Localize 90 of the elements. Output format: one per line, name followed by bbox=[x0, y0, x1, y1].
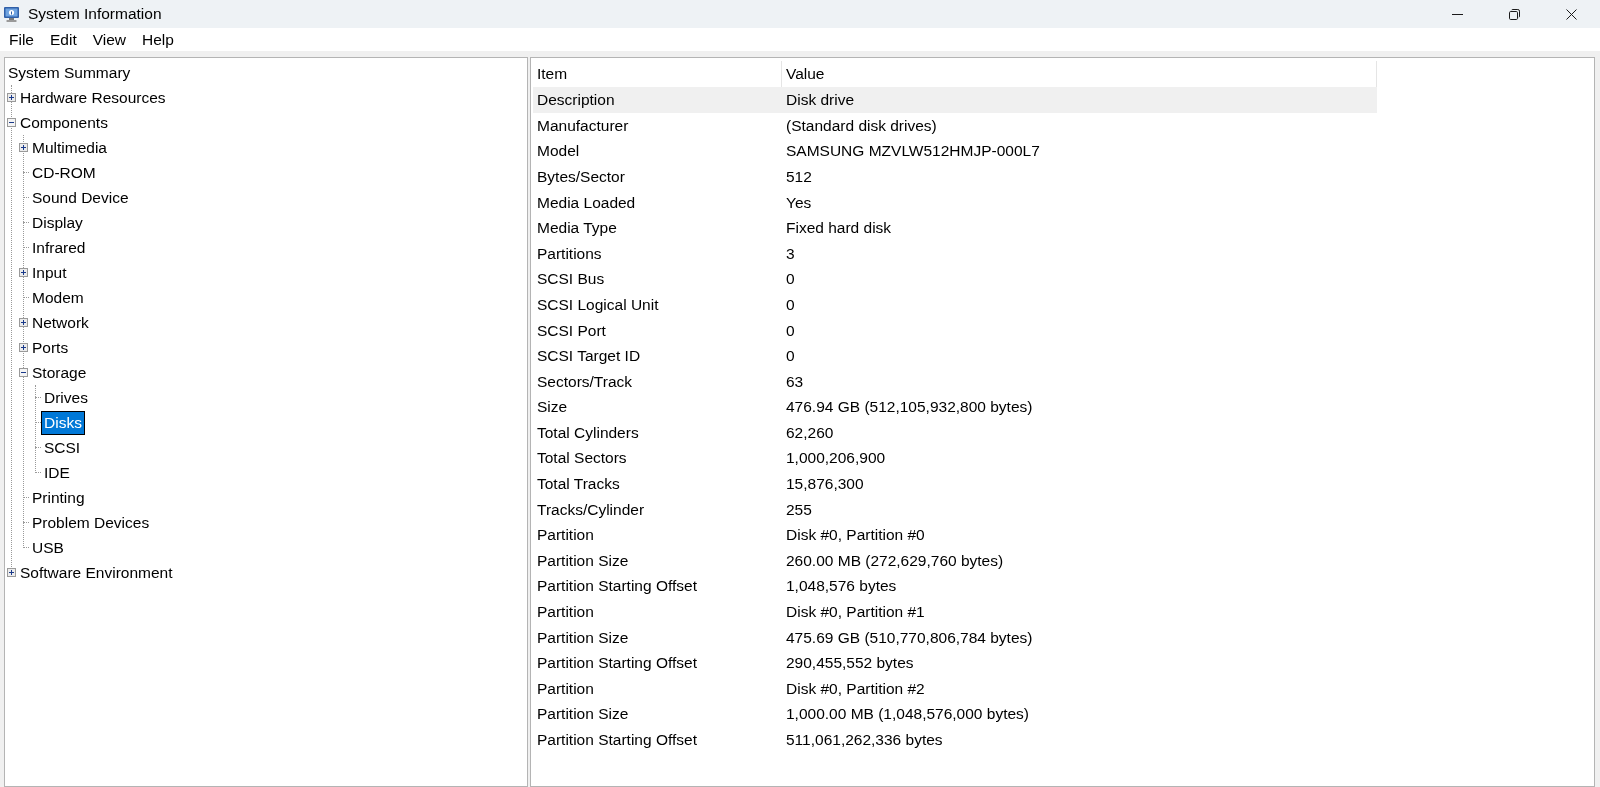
table-cell-text: Partition bbox=[536, 525, 595, 546]
tree-item[interactable]: Printing bbox=[29, 485, 88, 510]
tree-item[interactable]: Multimedia bbox=[29, 135, 110, 160]
table-cell-text: Partition bbox=[536, 602, 595, 623]
table-cell-text: Partition Size bbox=[536, 627, 630, 648]
minus-box-icon[interactable] bbox=[6, 118, 16, 127]
tree-item[interactable]: CD-ROM bbox=[29, 160, 99, 185]
tree-item[interactable]: IDE bbox=[41, 460, 73, 485]
table-cell-text: Sectors/Track bbox=[536, 371, 634, 392]
table-cell-text: Disk #0, Partition #0 bbox=[785, 525, 926, 546]
table-cell-text: Total Sectors bbox=[536, 448, 628, 469]
table-cell-text: Partition Starting Offset bbox=[536, 730, 698, 750]
tree-item[interactable]: SCSI bbox=[41, 435, 84, 460]
close-icon bbox=[1566, 8, 1577, 20]
tree-item[interactable]: Modem bbox=[29, 285, 87, 310]
table-cell-text: 0 bbox=[785, 320, 796, 341]
plus-box-icon[interactable] bbox=[6, 568, 16, 577]
minimize-icon bbox=[1452, 13, 1463, 15]
table-cell-text: (Standard disk drives) bbox=[785, 115, 938, 136]
tree-item[interactable]: Network bbox=[29, 310, 92, 335]
tree-item[interactable]: Display bbox=[29, 210, 86, 235]
tree-item[interactable]: Disks bbox=[41, 410, 85, 435]
table-cell-text: Total Cylinders bbox=[536, 422, 640, 443]
table-cell-text: SCSI Bus bbox=[536, 269, 606, 290]
table-cell: Description bbox=[533, 87, 782, 113]
table-cell-text: Disk #0, Partition #1 bbox=[785, 602, 926, 623]
table-cell-text: 63 bbox=[785, 371, 805, 392]
table-cell-text: Yes bbox=[785, 192, 813, 213]
monitor-icon bbox=[3, 5, 21, 23]
plus-box-icon[interactable] bbox=[18, 343, 28, 352]
table-cell-text: 1,000.00 MB (1,048,576,000 bytes) bbox=[785, 704, 1030, 725]
table-cell-text: Total Tracks bbox=[536, 474, 621, 495]
table-cell-text: Bytes/Sector bbox=[536, 166, 626, 187]
tree-item[interactable]: System Summary bbox=[5, 60, 134, 85]
menu-item[interactable]: Edit bbox=[42, 28, 85, 51]
tree-item[interactable]: Components bbox=[17, 110, 111, 135]
table-cell-text: Partition Size bbox=[536, 550, 630, 571]
tree-item[interactable]: Input bbox=[29, 260, 70, 285]
table-cell-text: 0 bbox=[785, 294, 796, 315]
menu-item[interactable]: View bbox=[84, 28, 135, 51]
table-cell-text: 0 bbox=[785, 346, 796, 367]
table-cell-text: Media Loaded bbox=[536, 192, 637, 213]
minus-box-icon[interactable] bbox=[18, 368, 28, 377]
table-cell-text: 290,455,552 bytes bbox=[785, 653, 915, 674]
table-cell-text: 511,061,262,336 bytes bbox=[785, 730, 944, 750]
table-cell-text: 1,000,206,900 bbox=[785, 448, 887, 469]
table-cell-text: Model bbox=[536, 141, 581, 162]
plus-box-icon[interactable] bbox=[18, 318, 28, 327]
table-cell-text: Fixed hard disk bbox=[785, 218, 893, 239]
table-cell-text: 1,048,576 bytes bbox=[785, 576, 898, 597]
tree-item[interactable]: Drives bbox=[41, 385, 91, 410]
menu-item[interactable]: File bbox=[1, 28, 42, 51]
tree-item[interactable]: Storage bbox=[29, 360, 90, 385]
menu-item[interactable]: Help bbox=[134, 28, 182, 51]
table-cell-text: 255 bbox=[785, 499, 813, 520]
window-title: System Information bbox=[28, 4, 162, 25]
table-cell-text: SCSI Logical Unit bbox=[536, 294, 660, 315]
table-cell-text: Disk #0, Partition #2 bbox=[785, 678, 926, 699]
tree-item[interactable]: Ports bbox=[29, 335, 72, 360]
tree-item[interactable]: USB bbox=[29, 535, 67, 560]
plus-box-icon[interactable] bbox=[18, 268, 28, 277]
tree-item[interactable]: Sound Device bbox=[29, 185, 132, 210]
table-cell-text: 475.69 GB (510,770,806,784 bytes) bbox=[785, 627, 1034, 648]
tree-item[interactable]: Software Environment bbox=[17, 560, 176, 585]
table-cell-text: Manufacturer bbox=[536, 115, 630, 136]
table-cell: Disk drive bbox=[782, 87, 1377, 113]
plus-box-icon[interactable] bbox=[6, 93, 16, 102]
table-cell-text: 476.94 GB (512,105,932,800 bytes) bbox=[785, 397, 1034, 418]
table-cell-text: Partition Size bbox=[536, 704, 630, 725]
tree-item[interactable]: Problem Devices bbox=[29, 510, 153, 535]
table-cell-text: 260.00 MB (272,629,760 bytes) bbox=[785, 550, 1005, 571]
table-cell-text: 0 bbox=[785, 269, 796, 290]
table-cell-text: SCSI Port bbox=[536, 320, 607, 341]
table-cell-text: Partition Starting Offset bbox=[536, 653, 698, 674]
table-cell-text: 15,876,300 bbox=[785, 474, 865, 495]
table-cell-text: 62,260 bbox=[785, 422, 835, 443]
plus-box-icon[interactable] bbox=[18, 143, 28, 152]
table-cell-text: Media Type bbox=[536, 218, 618, 239]
restore-icon bbox=[1509, 8, 1520, 20]
table-cell-text: Partitions bbox=[536, 243, 603, 264]
tree-item[interactable]: Hardware Resources bbox=[17, 85, 169, 110]
table-cell-text: Partition bbox=[536, 678, 595, 699]
table-cell-text: SAMSUNG MZVLW512HMJP-000L7 bbox=[785, 141, 1041, 162]
tree-item[interactable]: Infrared bbox=[29, 235, 89, 260]
table-cell-text: Size bbox=[536, 397, 569, 418]
table-cell-text: Partition Starting Offset bbox=[536, 576, 698, 597]
table-cell-text: 3 bbox=[785, 243, 796, 264]
table-cell-text: SCSI Target ID bbox=[536, 346, 642, 367]
table-cell-text: 512 bbox=[785, 166, 813, 187]
table-cell-text: Tracks/Cylinder bbox=[536, 499, 646, 520]
